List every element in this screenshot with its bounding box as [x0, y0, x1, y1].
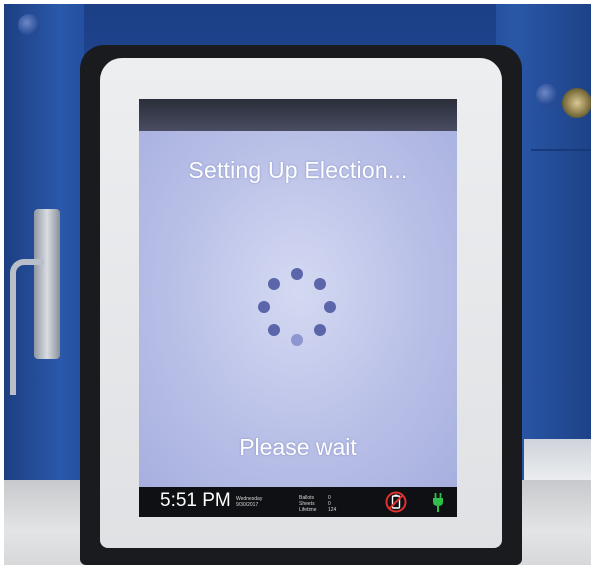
panel-seam	[531, 149, 591, 151]
lifetime-label: Lifetime	[299, 507, 317, 513]
spinner-dot	[268, 324, 280, 336]
clock: 5:51 PM	[160, 490, 231, 511]
loading-spinner-icon	[258, 268, 336, 346]
spinner-dot	[268, 278, 280, 290]
spinner-dot	[258, 301, 270, 313]
power-plug-icon	[433, 493, 443, 512]
setup-title: Setting Up Election...	[188, 157, 408, 183]
wait-message: Please wait	[239, 434, 357, 460]
battery-alert-icon	[385, 491, 407, 513]
lifetime-count: 124	[328, 507, 337, 513]
spinner-dot	[324, 301, 336, 313]
setup-panel: Setting Up Election... Please wait	[139, 131, 457, 487]
spinner-dot	[291, 334, 303, 346]
date-label: 9/30/2017	[236, 502, 259, 508]
spinner-dot	[314, 278, 326, 290]
voting-machine-screen: Setting Up Election... Please wait 5:51 …	[139, 99, 457, 517]
booth-bolt	[536, 84, 558, 106]
screen-header-bar	[139, 99, 457, 131]
lock-icon	[562, 88, 591, 118]
side-latch-arm	[10, 259, 44, 395]
spinner-dot	[314, 324, 326, 336]
status-bar: 5:51 PM Wednesday 9/30/2017 Ballots 0 Sh…	[139, 487, 457, 517]
right-panel-strip	[524, 439, 591, 485]
spinner-dot	[291, 268, 303, 280]
booth-bolt	[18, 14, 40, 36]
